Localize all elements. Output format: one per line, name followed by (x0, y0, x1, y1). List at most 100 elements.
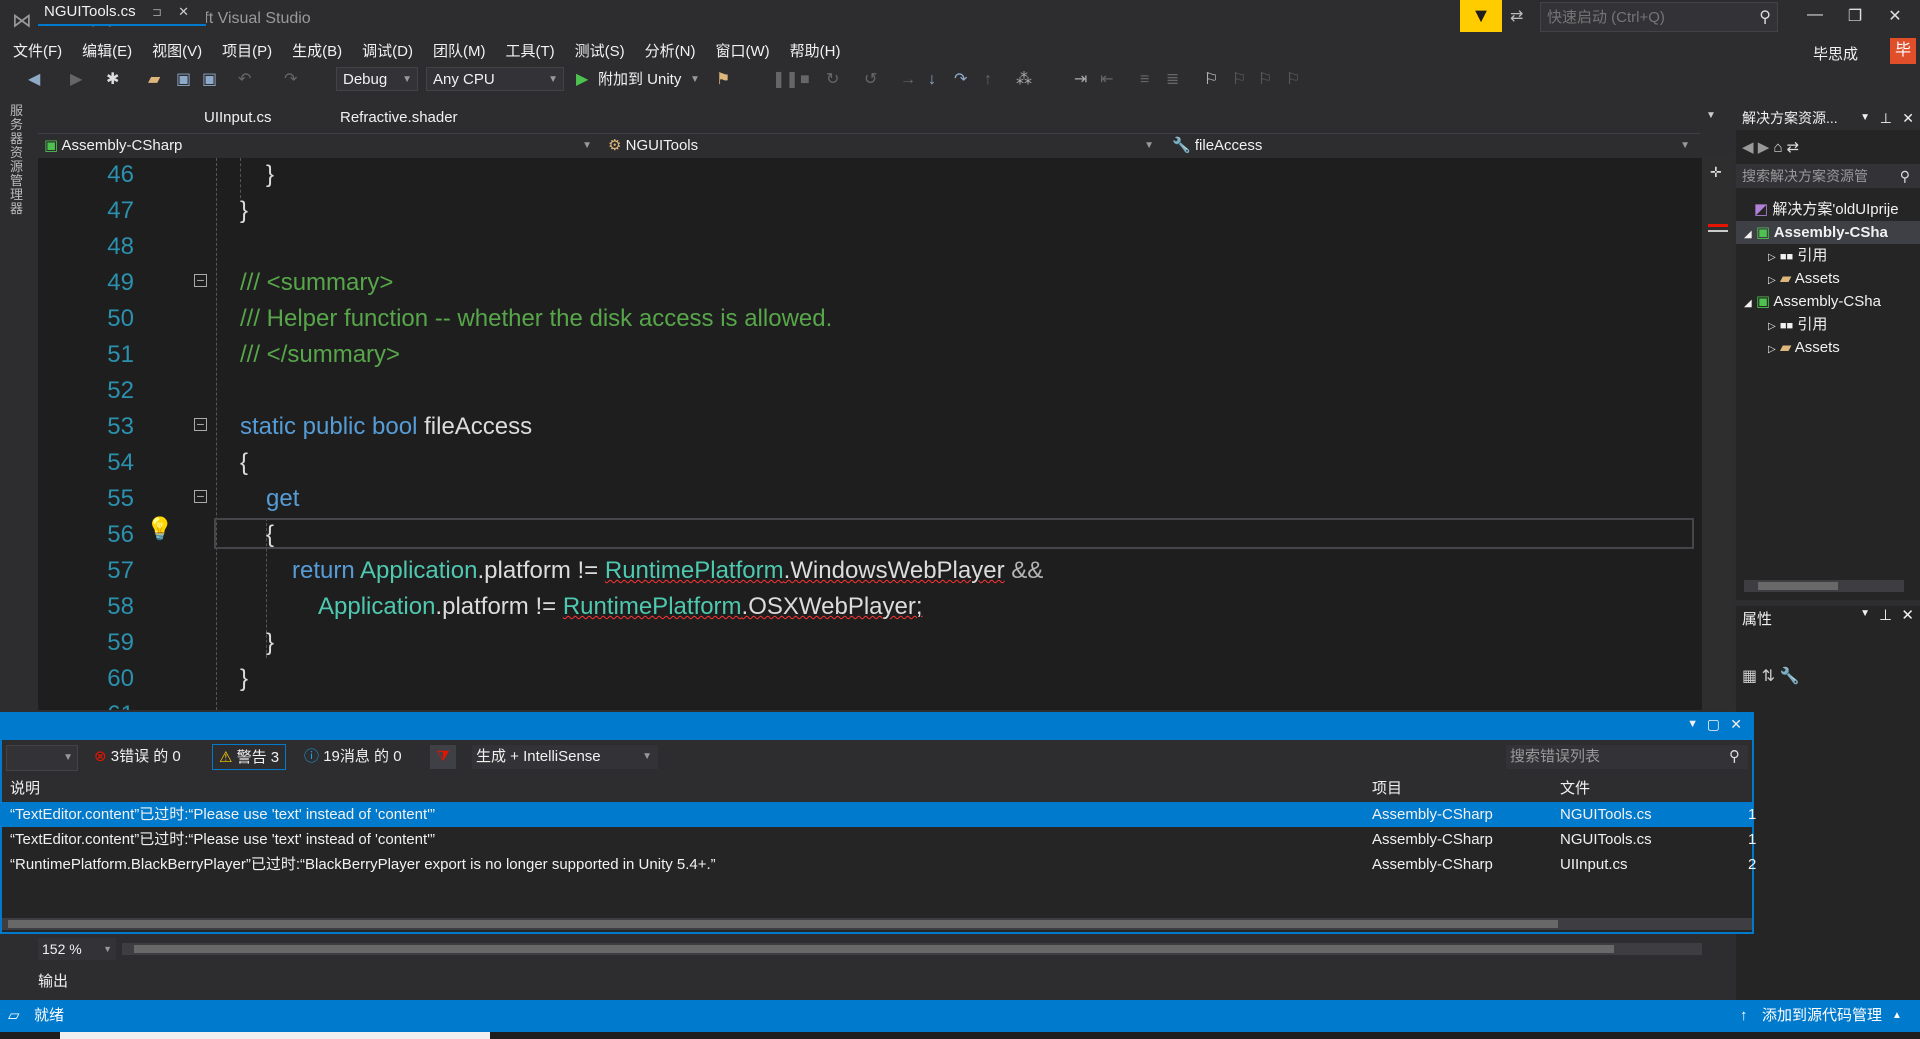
scrollbar-thumb[interactable] (134, 945, 1614, 953)
indent-icon[interactable]: ⇥ (1074, 66, 1087, 94)
menu-window[interactable]: 窗口(W) (708, 40, 776, 64)
categorized-icon[interactable]: ▦ (1742, 668, 1757, 685)
prev-bookmark-icon[interactable]: ⚐ (1232, 66, 1246, 94)
pin-icon[interactable]: ⊐ (152, 5, 162, 19)
feedback-icon[interactable]: ⇄ (1510, 6, 1523, 26)
search-icon[interactable]: ⚲ (1729, 745, 1740, 769)
project-dropdown[interactable]: ▣ Assembly-CSharp ▼ (44, 134, 598, 158)
comment-icon[interactable]: ≡ (1140, 66, 1149, 94)
solution-horizontal-scrollbar[interactable] (1744, 580, 1904, 592)
menu-debug[interactable]: 调试(D) (355, 40, 420, 64)
light-bulb-icon[interactable]: 💡 (146, 516, 173, 546)
tree-references-1[interactable]: ▷ ■■ 引用 (1768, 244, 1827, 267)
uncomment-icon[interactable]: ≣ (1166, 66, 1179, 94)
column-description[interactable]: 说明 (10, 776, 40, 802)
chevron-down-icon[interactable]: ▼ (1687, 718, 1698, 730)
restore-button[interactable]: ❐ (1840, 6, 1870, 30)
undo-icon[interactable]: ↶ (238, 66, 251, 94)
search-icon[interactable]: ⚲ (1759, 7, 1771, 27)
warnings-filter-button[interactable]: ⚠ 警告 3 (212, 744, 287, 770)
bookmark-icon[interactable]: ⚐ (1204, 66, 1218, 94)
expand-icon[interactable]: ▷ (1768, 275, 1776, 286)
find-in-files-icon[interactable]: ⚑ (716, 66, 730, 94)
expand-icon[interactable]: ◢ (1744, 298, 1752, 309)
next-bookmark-icon[interactable]: ⚐ (1258, 66, 1272, 94)
solution-search-input[interactable]: 搜索解决方案资源管 ⚲ (1736, 164, 1920, 188)
save-icon[interactable]: ▣ (176, 66, 191, 94)
save-all-icon[interactable]: ▣ (202, 66, 217, 94)
editor-horizontal-scrollbar[interactable] (122, 943, 1702, 955)
start-debug-icon[interactable]: ▶ (576, 66, 588, 94)
chevron-down-icon[interactable]: ▼ (690, 66, 700, 94)
user-name[interactable]: 毕思成 (1813, 43, 1858, 64)
outdent-icon[interactable]: ⇤ (1100, 66, 1113, 94)
close-icon[interactable]: ✕ (178, 4, 189, 19)
home-icon[interactable]: ⌂ (1773, 139, 1782, 156)
tab-uiinput[interactable]: UIInput.cs (198, 106, 272, 130)
error-list-horizontal-scrollbar[interactable] (2, 918, 1752, 930)
column-file[interactable]: 文件 (1560, 776, 1590, 802)
close-icon[interactable]: ✕ (1730, 716, 1742, 733)
add-to-source-control-button[interactable]: 添加到源代码管理 (1762, 1000, 1882, 1032)
step-into-icon[interactable]: → (900, 66, 916, 94)
expand-icon[interactable]: ◢ (1744, 229, 1752, 240)
type-dropdown[interactable]: ⚙ NGUITools ▼ (608, 134, 1160, 158)
build-intellisense-select[interactable]: 生成 + IntelliSense ▼ (472, 745, 658, 769)
maximize-icon[interactable]: ▢ (1707, 716, 1720, 733)
scrollbar-thumb[interactable] (1758, 582, 1838, 590)
attach-unity-button[interactable]: 附加到 Unity (598, 66, 681, 94)
server-explorer-tab[interactable]: 服务器资源管理器 (10, 104, 28, 216)
split-icon[interactable]: ✛ (1710, 164, 1722, 181)
zoom-select[interactable]: 152 % ▼ (38, 938, 116, 960)
menu-project[interactable]: 项目(P) (215, 40, 279, 64)
code-editor[interactable]: 46 47 48 49 50 51 52 53 54 55 56 57 58 5… (38, 158, 1702, 710)
menu-build[interactable]: 生成(B) (285, 40, 349, 64)
tab-overflow-icon[interactable]: ▼ (1706, 110, 1716, 121)
error-search-input[interactable]: 搜索错误列表 ⚲ (1506, 745, 1748, 769)
close-button[interactable]: ✕ (1880, 6, 1910, 30)
step-up-icon[interactable]: ↑ (984, 66, 992, 94)
close-icon[interactable]: ✕ (1901, 606, 1914, 624)
messages-filter-button[interactable]: ⓘ 19消息 的 0 (304, 744, 402, 770)
collapse-icon[interactable]: − (194, 273, 207, 287)
restart-icon[interactable]: ↻ (826, 66, 839, 94)
open-file-icon[interactable]: ▰ (148, 66, 160, 94)
table-row[interactable]: “RuntimePlatform.BlackBerryPlayer”已过时:“B… (2, 852, 1756, 877)
sync-icon[interactable]: ⇄ (1787, 139, 1800, 156)
scope-select[interactable]: ▼ (6, 745, 78, 771)
pause-icon[interactable]: ❚❚ (772, 66, 799, 94)
errors-filter-button[interactable]: ⊗ 3错误 的 0 (94, 744, 181, 770)
navigate-forward-icon[interactable]: ▶ (70, 66, 82, 94)
chevron-down-icon[interactable]: ▼ (1860, 608, 1870, 619)
alphabetical-icon[interactable]: ⇅ (1762, 668, 1775, 685)
table-row[interactable]: “TextEditor.content”已过时:“Please use 'tex… (2, 802, 1756, 827)
column-project[interactable]: 项目 (1372, 776, 1402, 802)
scrollbar-thumb[interactable] (8, 920, 1558, 928)
pin-icon[interactable]: ⊥ (1880, 106, 1892, 130)
menu-team[interactable]: 团队(M) (426, 40, 493, 64)
menu-tools[interactable]: 工具(T) (498, 40, 561, 64)
menu-view[interactable]: 视图(V) (145, 40, 209, 64)
back-icon[interactable]: ◀ (1742, 139, 1754, 156)
step-over-icon[interactable]: ↓ (928, 66, 936, 94)
tree-solution[interactable]: ◩ 解决方案'oldUIprije (1754, 198, 1899, 221)
property-pages-icon[interactable]: 🔧 (1779, 668, 1799, 685)
quick-launch[interactable]: ⚲ (1540, 2, 1778, 32)
clear-bookmarks-icon[interactable]: ⚐ (1286, 66, 1300, 94)
menu-help[interactable]: 帮助(H) (783, 40, 848, 64)
search-icon[interactable]: ⚲ (1900, 164, 1910, 188)
redo-icon[interactable]: ↷ (284, 66, 297, 94)
editor-vertical-scrollbar[interactable]: ✛ (1702, 158, 1734, 710)
tree-project-1[interactable]: ◢ ▣ Assembly-CSha (1736, 221, 1920, 244)
expand-icon[interactable]: ▷ (1768, 321, 1776, 332)
user-avatar[interactable]: 毕 (1890, 38, 1916, 64)
step-out-icon[interactable]: ↷ (954, 66, 967, 94)
output-tab[interactable]: 输出 (38, 970, 68, 991)
menu-analyze[interactable]: 分析(N) (638, 40, 703, 64)
chevron-down-icon[interactable]: ▼ (1860, 106, 1870, 130)
tab-refractive-shader[interactable]: Refractive.shader (334, 106, 458, 130)
tree-references-2[interactable]: ▷ ■■ 引用 (1768, 313, 1827, 336)
chevron-up-icon[interactable]: ▲ (1892, 1000, 1902, 1032)
notification-filter-icon[interactable]: ▼ (1460, 0, 1502, 32)
close-icon[interactable]: ✕ (1902, 106, 1914, 130)
